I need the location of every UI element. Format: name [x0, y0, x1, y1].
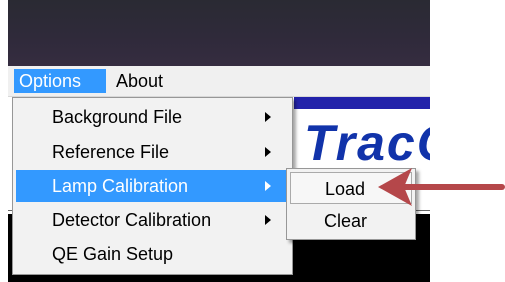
menu-item-label: Lamp Calibration [52, 176, 189, 196]
menu-item-label: Detector Calibration [52, 210, 212, 230]
menu-item-label: QE Gain Setup [52, 244, 174, 264]
chevron-right-icon [265, 112, 271, 122]
title-bar [8, 0, 430, 66]
options-dropdown-menu: Background File Reference File Lamp Cali… [12, 97, 293, 275]
menu-item-label: Reference File [52, 142, 170, 162]
chevron-right-icon [265, 147, 271, 157]
menu-options[interactable]: Options [14, 69, 106, 93]
menu-item-qe-gain-setup[interactable]: QE Gain Setup [16, 238, 289, 270]
arrow-left-icon [378, 168, 505, 206]
menu-bar: Options About [8, 66, 430, 97]
menu-item-detector-calibration[interactable]: Detector Calibration [16, 204, 289, 236]
menu-item-lamp-calibration[interactable]: Lamp Calibration [16, 170, 289, 202]
menu-item-label: Background File [52, 107, 183, 127]
menu-item-background-file[interactable]: Background File [16, 101, 289, 133]
submenu-item-label: Load [325, 179, 366, 199]
logo-banner [294, 97, 430, 109]
menu-item-reference-file[interactable]: Reference File [16, 136, 289, 168]
menu-about[interactable]: About [111, 69, 168, 93]
chevron-right-icon [265, 215, 271, 225]
app-logo: TracQ [304, 115, 430, 171]
submenu-item-label: Clear [324, 211, 368, 231]
chevron-right-icon [265, 181, 271, 191]
